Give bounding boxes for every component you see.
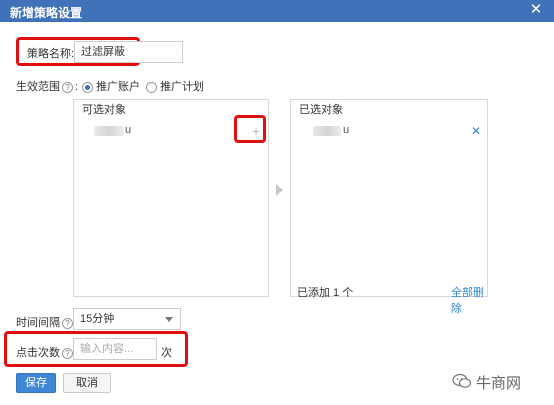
clicks-label: 点击次数	[16, 347, 60, 359]
remove-all-link[interactable]: 全部删除	[451, 284, 487, 316]
strategy-name-label: 策略名称:	[27, 48, 75, 60]
radio-account[interactable]	[82, 81, 94, 93]
clicks-label-group: 点击次数?:	[16, 344, 78, 360]
transfer-arrow-icon	[276, 184, 283, 196]
clicks-unit: 次	[161, 347, 172, 359]
save-button[interactable]: 保存	[16, 373, 56, 393]
wechat-icon	[452, 373, 472, 388]
interval-label-group: 时间间隔?:	[16, 314, 78, 330]
blurred-name	[94, 126, 124, 136]
blurred-name	[313, 126, 341, 136]
help-icon[interactable]: ?	[62, 81, 73, 93]
item-suffix: u	[343, 124, 350, 136]
radio-account-label: 推广账户	[96, 81, 141, 93]
chevron-down-icon	[165, 317, 173, 322]
scope-row: 生效范围?: 推广账户 推广计划	[16, 78, 204, 94]
radio-plan-label: 推广计划	[160, 81, 205, 93]
interval-select[interactable]: 15分钟	[73, 308, 181, 330]
interval-label: 时间间隔	[16, 317, 60, 329]
selected-objects-title: 已选对象	[299, 104, 343, 116]
added-count-text: 已添加 1 个	[297, 287, 354, 299]
clicks-input[interactable]: 输入内容...	[73, 338, 157, 360]
help-icon[interactable]: ?	[62, 347, 73, 359]
remove-item-icon[interactable]: ✕	[471, 124, 481, 138]
interval-value: 15分钟	[80, 313, 115, 325]
dialog-titlebar: 新增策略设置 ✕	[0, 0, 554, 22]
help-icon[interactable]: ?	[62, 317, 73, 329]
item-suffix: u	[125, 124, 132, 136]
cancel-button[interactable]: 取消	[63, 373, 111, 393]
dialog-title: 新增策略设置	[10, 6, 83, 20]
list-item: u	[291, 121, 487, 141]
strategy-name-input[interactable]: 过滤屏蔽	[74, 41, 183, 63]
close-icon[interactable]: ✕	[528, 2, 544, 18]
scope-label: 生效范围	[16, 81, 60, 93]
scope-colon: :	[75, 81, 79, 93]
radio-plan[interactable]	[146, 81, 158, 93]
watermark-text: 牛商网	[476, 375, 522, 392]
highlight-add-button	[234, 115, 266, 143]
selected-objects-panel: 已选对象 u ✕ 已添加 1 个 全部删除	[290, 99, 488, 315]
